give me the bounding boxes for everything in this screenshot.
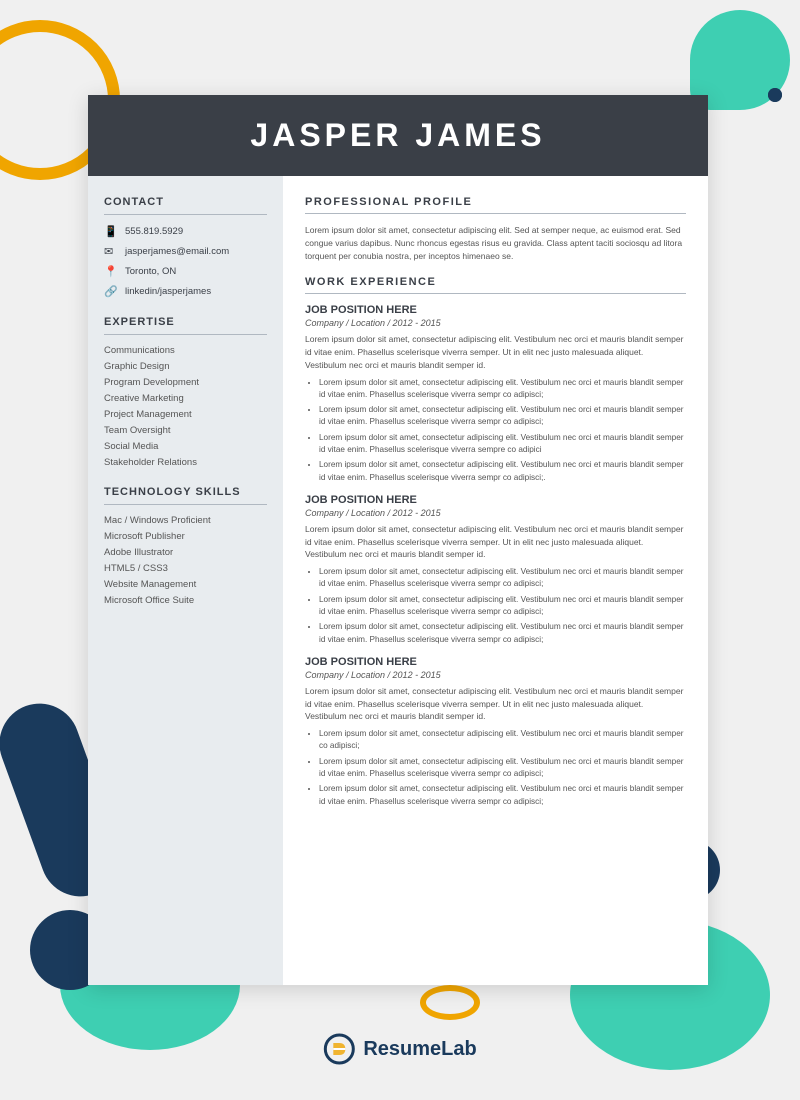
- job-2-subtitle: Company / Location / 2012 - 2015: [305, 508, 686, 518]
- tech-item: Microsoft Office Suite: [104, 595, 267, 606]
- work-section-title: WORK EXPERIENCE: [305, 276, 686, 288]
- expertise-item: Creative Marketing: [104, 393, 267, 404]
- tech-item: Mac / Windows Proficient: [104, 515, 267, 526]
- bullet-item: Lorem ipsum dolor sit amet, consectetur …: [319, 377, 686, 402]
- tech-item: Adobe Illustrator: [104, 547, 267, 558]
- expertise-item: Graphic Design: [104, 361, 267, 372]
- yellow-oval-decoration: [420, 985, 480, 1020]
- expertise-item: Team Oversight: [104, 425, 267, 436]
- profile-text: Lorem ipsum dolor sit amet, consectetur …: [305, 224, 686, 262]
- bullet-item: Lorem ipsum dolor sit amet, consectetur …: [319, 594, 686, 619]
- contact-phone: 📱 555.819.5929: [104, 225, 267, 238]
- resumelab-text: ResumeLab: [363, 1038, 476, 1061]
- contact-section: CONTACT 📱 555.819.5929 ✉ jasperjames@ema…: [104, 196, 267, 298]
- job-1-bullets: Lorem ipsum dolor sit amet, consectetur …: [319, 377, 686, 484]
- logo-text-regular: Resume: [363, 1038, 441, 1060]
- contact-title: CONTACT: [104, 196, 267, 208]
- job-1: JOB POSITION HERE Company / Location / 2…: [305, 304, 686, 484]
- tech-divider: [104, 504, 267, 505]
- expertise-item: Project Management: [104, 409, 267, 420]
- job-3-title: JOB POSITION HERE: [305, 656, 686, 668]
- tech-item: HTML5 / CSS3: [104, 563, 267, 574]
- job-2-bullets: Lorem ipsum dolor sit amet, consectetur …: [319, 566, 686, 646]
- job-3-desc: Lorem ipsum dolor sit amet, consectetur …: [305, 685, 686, 723]
- bullet-item: Lorem ipsum dolor sit amet, consectetur …: [319, 459, 686, 484]
- phone-icon: 📱: [104, 225, 118, 238]
- bullet-item: Lorem ipsum dolor sit amet, consectetur …: [319, 566, 686, 591]
- job-2-title: JOB POSITION HERE: [305, 494, 686, 506]
- job-2: JOB POSITION HERE Company / Location / 2…: [305, 494, 686, 646]
- bullet-item: Lorem ipsum dolor sit amet, consectetur …: [319, 621, 686, 646]
- expertise-item: Stakeholder Relations: [104, 457, 267, 468]
- bullet-item: Lorem ipsum dolor sit amet, consectetur …: [319, 783, 686, 808]
- candidate-name: JASPER JAMES: [118, 117, 678, 154]
- resume-header: JASPER JAMES: [88, 95, 708, 176]
- resume-body: CONTACT 📱 555.819.5929 ✉ jasperjames@ema…: [88, 176, 708, 985]
- resumelab-logo-icon: [323, 1033, 355, 1065]
- logo-text-bold: Lab: [441, 1038, 477, 1060]
- bullet-item: Lorem ipsum dolor sit amet, consectetur …: [319, 432, 686, 457]
- location-text: Toronto, ON: [125, 266, 176, 277]
- job-1-subtitle: Company / Location / 2012 - 2015: [305, 318, 686, 328]
- expertise-title: EXPERTISE: [104, 316, 267, 328]
- linkedin-text: linkedin/jasperjames: [125, 286, 211, 297]
- expertise-item: Social Media: [104, 441, 267, 452]
- profile-section-title: PROFESSIONAL PROFILE: [305, 196, 686, 208]
- tech-title: TECHNOLOGY SKILLS: [104, 486, 267, 498]
- linkedin-icon: 🔗: [104, 285, 118, 298]
- expertise-item: Communications: [104, 345, 267, 356]
- email-icon: ✉: [104, 245, 118, 258]
- profile-divider: [305, 213, 686, 214]
- phone-text: 555.819.5929: [125, 226, 183, 237]
- contact-email: ✉ jasperjames@email.com: [104, 245, 267, 258]
- contact-location: 📍 Toronto, ON: [104, 265, 267, 278]
- resume-sidebar: CONTACT 📱 555.819.5929 ✉ jasperjames@ema…: [88, 176, 283, 985]
- expertise-item: Program Development: [104, 377, 267, 388]
- bullet-item: Lorem ipsum dolor sit amet, consectetur …: [319, 404, 686, 429]
- job-3-bullets: Lorem ipsum dolor sit amet, consectetur …: [319, 728, 686, 808]
- job-2-desc: Lorem ipsum dolor sit amet, consectetur …: [305, 523, 686, 561]
- resumelab-logo: ResumeLab: [323, 1033, 476, 1065]
- profile-section: PROFESSIONAL PROFILE Lorem ipsum dolor s…: [305, 196, 686, 262]
- job-1-desc: Lorem ipsum dolor sit amet, consectetur …: [305, 333, 686, 371]
- tech-item: Microsoft Publisher: [104, 531, 267, 542]
- email-text: jasperjames@email.com: [125, 246, 229, 257]
- job-3: JOB POSITION HERE Company / Location / 2…: [305, 656, 686, 808]
- work-experience-section: WORK EXPERIENCE JOB POSITION HERE Compan…: [305, 276, 686, 808]
- job-3-subtitle: Company / Location / 2012 - 2015: [305, 670, 686, 680]
- tech-item: Website Management: [104, 579, 267, 590]
- expertise-divider: [104, 334, 267, 335]
- resume-main: PROFESSIONAL PROFILE Lorem ipsum dolor s…: [283, 176, 708, 985]
- contact-divider: [104, 214, 267, 215]
- contact-linkedin: 🔗 linkedin/jasperjames: [104, 285, 267, 298]
- location-icon: 📍: [104, 265, 118, 278]
- resume-document: JASPER JAMES CONTACT 📱 555.819.5929 ✉ ja…: [88, 95, 708, 985]
- job-1-title: JOB POSITION HERE: [305, 304, 686, 316]
- expertise-section: EXPERTISE Communications Graphic Design …: [104, 316, 267, 468]
- work-divider: [305, 293, 686, 294]
- bullet-item: Lorem ipsum dolor sit amet, consectetur …: [319, 728, 686, 753]
- bullet-item: Lorem ipsum dolor sit amet, consectetur …: [319, 756, 686, 781]
- tech-section: TECHNOLOGY SKILLS Mac / Windows Proficie…: [104, 486, 267, 606]
